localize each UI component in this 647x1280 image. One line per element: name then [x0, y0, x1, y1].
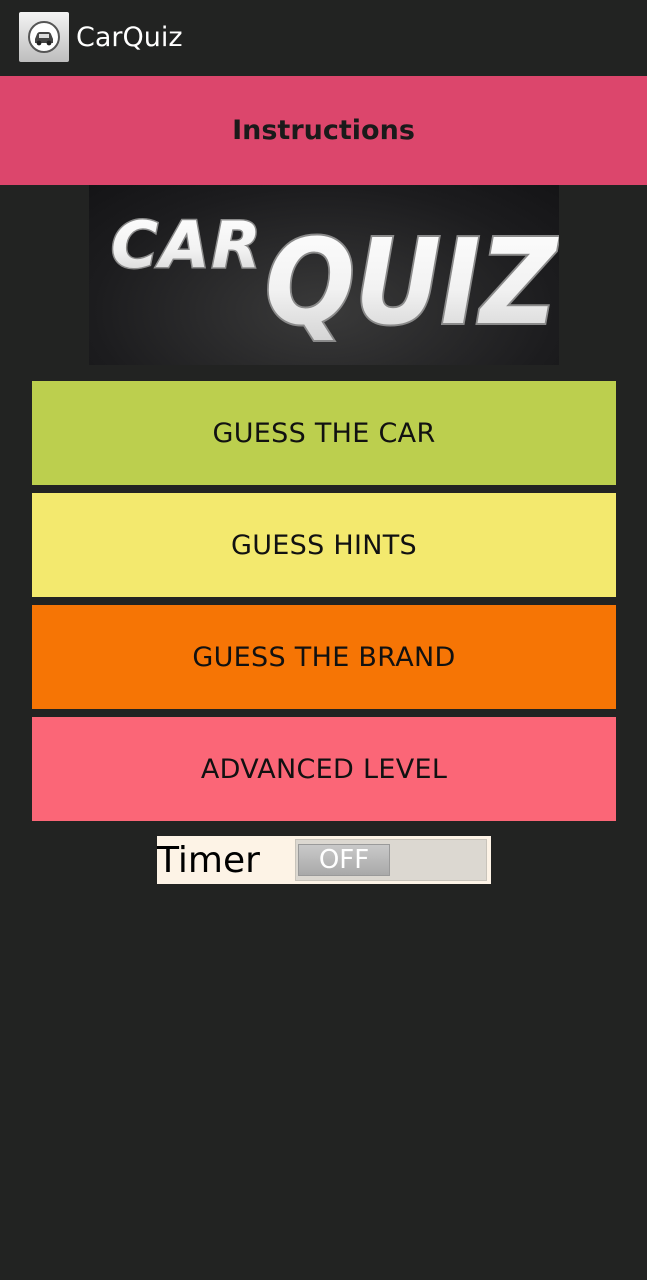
- guess-the-car-button[interactable]: GUESS THE CAR: [32, 381, 616, 485]
- app-title: CarQuiz: [76, 22, 183, 53]
- timer-toggle-thumb[interactable]: OFF: [298, 844, 390, 876]
- guess-the-brand-button[interactable]: GUESS THE BRAND: [32, 605, 616, 709]
- timer-toggle[interactable]: OFF: [295, 839, 487, 881]
- timer-row: Timer OFF: [157, 836, 491, 884]
- action-bar: CarQuiz: [0, 0, 647, 74]
- guess-hints-button[interactable]: GUESS HINTS: [32, 493, 616, 597]
- carquiz-logo: CAR QUIZ: [89, 185, 559, 365]
- logo-text-quiz: QUIZ: [265, 213, 559, 351]
- advanced-level-button[interactable]: ADVANCED LEVEL: [32, 717, 616, 821]
- timer-label: Timer: [157, 840, 260, 881]
- logo-text-car: CAR: [111, 209, 263, 283]
- car-icon: [19, 12, 69, 62]
- instructions-button[interactable]: Instructions: [0, 76, 647, 185]
